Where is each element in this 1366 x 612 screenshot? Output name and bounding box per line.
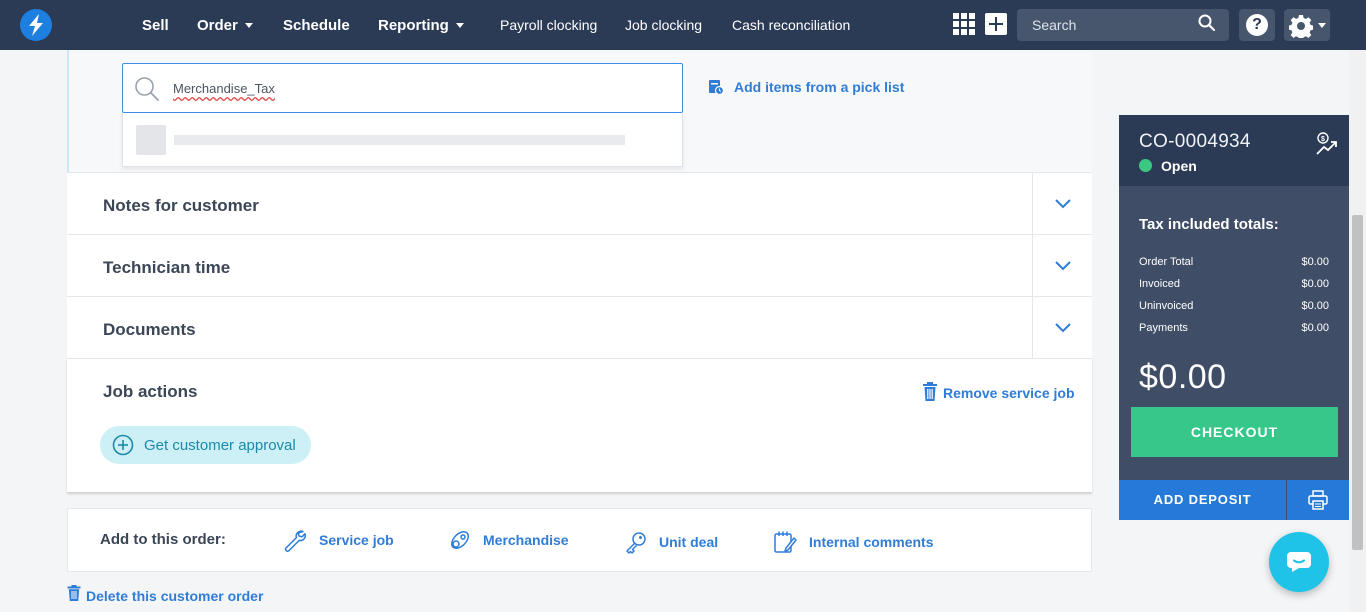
totals-row-label: Invoiced: [1139, 278, 1180, 290]
divider: [1032, 297, 1033, 358]
get-customer-approval-button[interactable]: Get customer approval: [100, 426, 311, 464]
loading-placeholder-text: [174, 135, 625, 145]
loading-placeholder-thumbnail: [136, 125, 166, 155]
apps-grid-icon[interactable]: [953, 13, 975, 40]
nav-job-clocking[interactable]: Job clocking: [625, 0, 702, 50]
section-technician-time[interactable]: Technician time: [67, 234, 1092, 296]
totals-row-value: $0.00: [1301, 300, 1329, 312]
nav-reporting-label: Reporting: [378, 17, 449, 34]
totals-row-label: Uninvoiced: [1139, 300, 1194, 312]
print-button[interactable]: [1287, 480, 1349, 520]
svg-text:$: $: [1321, 136, 1325, 143]
add-to-order-bar: Add to this order: Service job Merchandi…: [67, 508, 1092, 572]
nav-order[interactable]: Order: [197, 0, 253, 50]
order-id: CO-0004934: [1139, 131, 1251, 152]
chevron-down-icon[interactable]: [1054, 259, 1072, 277]
totals-title: Tax included totals:: [1139, 216, 1279, 233]
unit-deal-label: Unit deal: [659, 534, 719, 550]
totals-row: Payments $0.00: [1139, 322, 1329, 336]
divider: [1032, 235, 1033, 296]
totals-row-value: $0.00: [1301, 256, 1329, 268]
key-icon: [624, 530, 648, 554]
status-dot: [1139, 159, 1152, 172]
wrench-icon: [283, 528, 307, 552]
nav-payroll-clocking[interactable]: Payroll clocking: [500, 0, 597, 50]
trash-icon: [922, 382, 938, 401]
checkout-button[interactable]: CHECKOUT: [1131, 407, 1338, 457]
service-job-label: Service job: [319, 532, 394, 548]
item-search-value: Merchandise_Tax: [173, 81, 275, 96]
dollar-trend-icon[interactable]: $: [1315, 132, 1339, 161]
chevron-down-icon: [455, 23, 464, 28]
remove-service-job-label: Remove service job: [943, 385, 1075, 401]
chevron-down-icon: [1318, 23, 1326, 28]
section-notes-for-customer[interactable]: Notes for customer: [67, 172, 1092, 234]
nav-cash-reconciliation[interactable]: Cash reconciliation: [732, 0, 850, 50]
order-header: CO-0004934 Open $: [1119, 115, 1349, 186]
nav-reporting[interactable]: Reporting: [378, 0, 464, 50]
item-search-input[interactable]: Merchandise_Tax: [122, 63, 683, 113]
merchandise-label: Merchandise: [483, 532, 569, 548]
settings-button[interactable]: [1284, 9, 1330, 41]
bolt-logo-icon[interactable]: [20, 9, 52, 41]
chat-button[interactable]: [1269, 532, 1329, 592]
search-icon[interactable]: [1198, 14, 1216, 36]
totals-row: Order Total $0.00: [1139, 256, 1329, 270]
job-actions-title: Job actions: [103, 382, 198, 401]
get-customer-approval-label: Get customer approval: [144, 437, 296, 454]
top-nav: Sell Order Schedule Reporting Payroll cl…: [0, 0, 1366, 50]
section-title: Notes for customer: [103, 196, 259, 215]
order-total-amount: $0.00: [1139, 358, 1227, 396]
search-results-dropdown: [122, 113, 683, 167]
nav-schedule[interactable]: Schedule: [283, 0, 350, 50]
help-button[interactable]: ?: [1239, 9, 1275, 41]
totals-row: Uninvoiced $0.00: [1139, 300, 1329, 314]
chevron-down-icon: [244, 23, 253, 28]
scrollbar-thumb[interactable]: [1352, 215, 1363, 550]
totals-row-label: Order Total: [1139, 256, 1194, 268]
page-scrollbar[interactable]: [1349, 50, 1366, 612]
chevron-down-icon[interactable]: [1054, 197, 1072, 215]
totals-row: Invoiced $0.00: [1139, 278, 1329, 292]
add-deposit-button[interactable]: ADD DEPOSIT: [1119, 480, 1286, 520]
totals-row-label: Payments: [1139, 322, 1188, 334]
merchandise-icon: [448, 528, 472, 552]
nav-order-label: Order: [197, 17, 238, 34]
picklist-label: Add items from a pick list: [734, 79, 905, 95]
totals-row-value: $0.00: [1301, 322, 1329, 334]
plus-icon[interactable]: [985, 13, 1007, 35]
add-to-order-title: Add to this order:: [100, 531, 226, 548]
totals-row-value: $0.00: [1301, 278, 1329, 290]
section-title: Documents: [103, 320, 196, 339]
trash-icon: [67, 585, 81, 601]
nav-sell[interactable]: Sell: [142, 0, 169, 50]
notepad-icon: [773, 530, 797, 554]
search-icon: [134, 76, 160, 107]
section-documents[interactable]: Documents: [67, 296, 1092, 358]
chevron-down-icon[interactable]: [1054, 321, 1072, 339]
internal-comments-label: Internal comments: [809, 534, 934, 550]
divider: [1032, 173, 1033, 234]
order-status: Open: [1161, 158, 1197, 174]
picklist-icon: [708, 79, 724, 95]
delete-customer-order-label: Delete this customer order: [86, 588, 264, 604]
section-title: Technician time: [103, 258, 231, 277]
order-summary-panel: CO-0004934 Open $ Tax included totals: O…: [1119, 115, 1349, 520]
job-actions-section: Job actions Remove service job Get custo…: [67, 358, 1092, 492]
help-icon: ?: [1246, 14, 1268, 36]
plus-circle-icon: [112, 434, 134, 456]
